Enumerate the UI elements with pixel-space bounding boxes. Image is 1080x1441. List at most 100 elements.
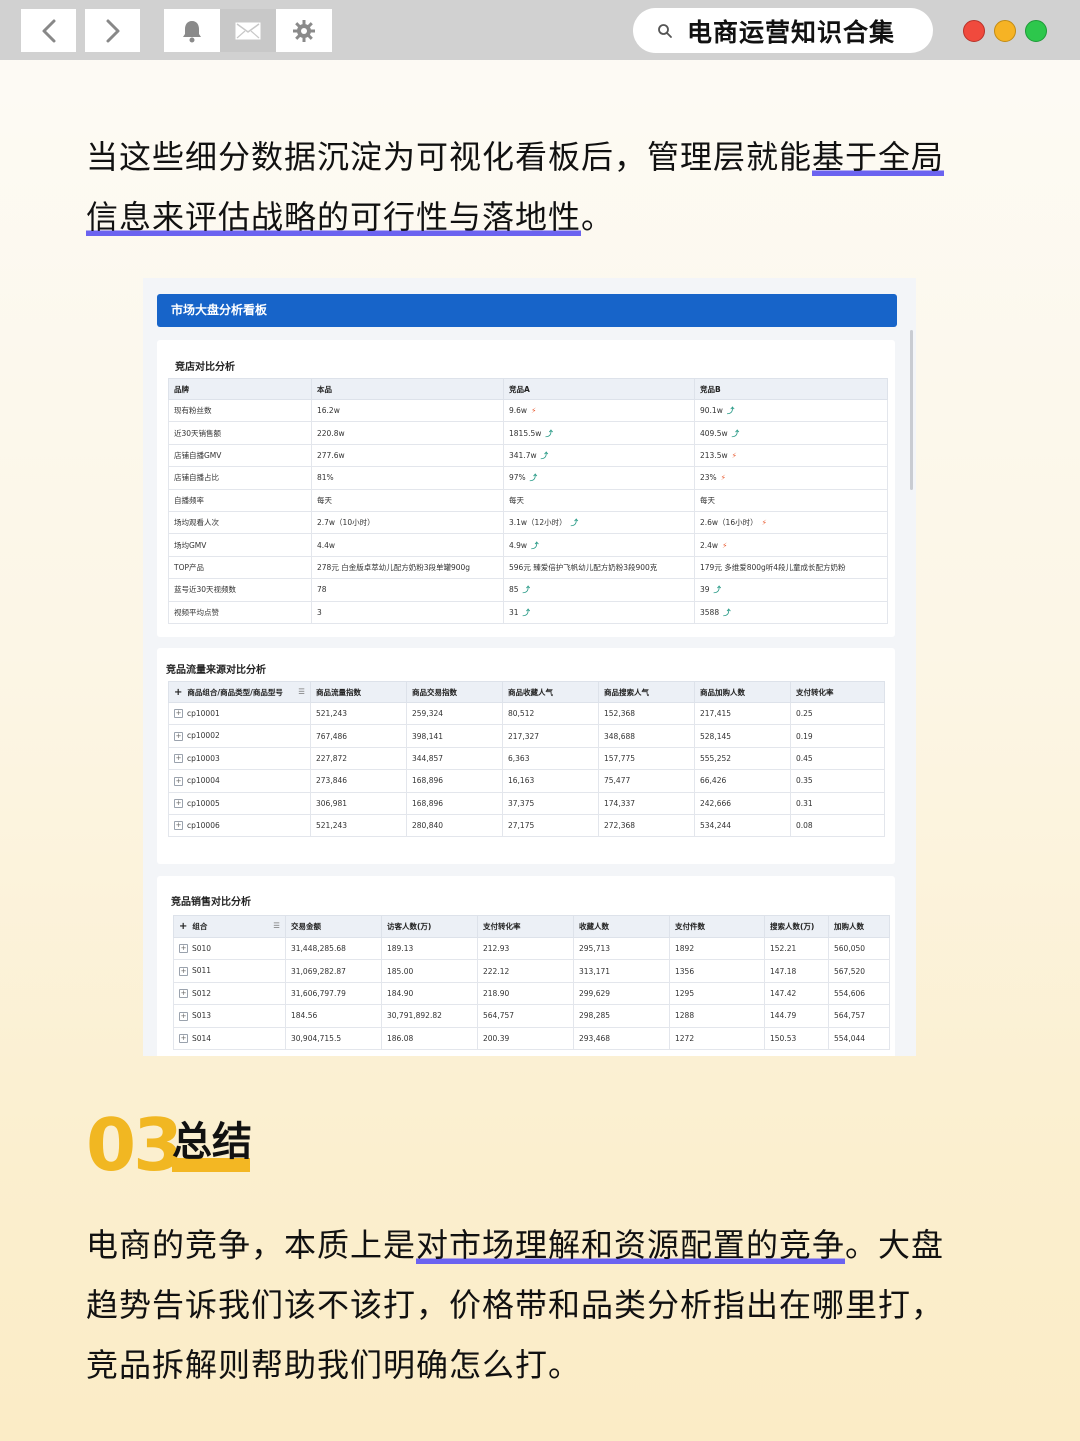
trend-up-icon: ⤴: [723, 607, 731, 617]
trend-up-icon: ⤴: [545, 428, 553, 438]
back-button[interactable]: [21, 9, 76, 52]
sales-compare-table: + 组合 ☰ 交易金额 访客人数(万) 支付转化率 收藏人数 支付件数 搜索人数(万) 加购人数 …: [173, 915, 890, 1050]
table-cell: 189.13: [381, 936, 478, 961]
column-header[interactable]: 支付转化率: [477, 915, 574, 938]
table-cell: 4.4w: [311, 533, 504, 557]
expand-row-icon[interactable]: +: [174, 754, 183, 764]
table-row: + S014 30,904,715.5 186.08 200.39 293,468 1272…: [173, 1026, 890, 1050]
column-header[interactable]: + 商品组合/商品类型/商品型号 ☰: [168, 681, 311, 703]
column-header[interactable]: 访客人数(万): [381, 915, 478, 938]
cell-value: 每天: [700, 495, 715, 505]
settings-button[interactable]: [276, 9, 332, 52]
table-cell: 218.90: [477, 981, 574, 1006]
notification-button[interactable]: [164, 9, 220, 52]
table-cell: 186.08: [381, 1026, 478, 1050]
table-cell: + cp10004: [168, 769, 311, 793]
sales-compare-card: 竞品销售对比分析 + 组合 ☰ 交易金额 访客人数(万) 支付转化率 收藏人数 支付件数 搜索人…: [157, 876, 895, 1056]
cell-value: 90.1w: [700, 406, 723, 416]
column-header[interactable]: 交易金额: [285, 915, 382, 938]
table-cell: 39 ⤴: [694, 578, 888, 602]
expand-row-icon[interactable]: +: [179, 1011, 188, 1021]
column-header[interactable]: 商品加购人数: [694, 681, 791, 703]
column-header: 本品: [311, 378, 504, 400]
cell-value: 31,069,282.87: [291, 966, 346, 976]
maximize-window-button[interactable]: [1025, 20, 1047, 42]
header-label: 商品搜索人气: [604, 687, 649, 697]
table-cell: 0.45: [790, 746, 885, 771]
table-cell: 1815.5w ⤴: [503, 421, 695, 445]
table-cell: 16,163: [502, 769, 599, 793]
column-header[interactable]: 搜索人数(万): [764, 915, 829, 938]
cell-value: 278元 白金版卓萃幼儿配方奶粉3段单罐900g: [317, 562, 471, 572]
table-cell: 0.35: [790, 769, 885, 793]
cell-value: 554,606: [834, 988, 866, 998]
cell-value: 293,468: [579, 1033, 611, 1043]
search-bar[interactable]: 电商运营知识合集: [633, 8, 933, 53]
cell-value: 299,629: [579, 988, 611, 998]
scrollbar-thumb[interactable]: [910, 330, 913, 490]
table-cell: 每天: [694, 488, 888, 512]
cell-value: 0.25: [796, 709, 813, 719]
table-row: + cp10002 767,486 398,141 217,327 348,688 528,…: [168, 724, 885, 748]
column-header[interactable]: + 组合 ☰: [173, 915, 286, 938]
table-row: + cp10005 306,981 168,896 37,375 174,337 242,6…: [168, 791, 885, 815]
column-header[interactable]: 加购人数: [828, 915, 890, 938]
cell-value: cp10005: [187, 798, 220, 808]
expand-row-icon[interactable]: +: [179, 966, 188, 976]
column-header[interactable]: 商品交易指数: [406, 681, 503, 703]
column-header[interactable]: 商品搜索人气: [598, 681, 695, 703]
cell-value: 147.18: [770, 966, 797, 976]
column-header[interactable]: 支付转化率: [790, 681, 885, 703]
table-cell: 521,243: [310, 813, 407, 838]
column-header[interactable]: 商品流量指数: [310, 681, 407, 703]
expand-row-icon[interactable]: +: [174, 709, 183, 719]
table-cell: 259,324: [406, 701, 503, 726]
table-cell: TOP产品: [168, 555, 312, 580]
table-cell: 174,337: [598, 791, 695, 815]
table-cell: 152.21: [764, 936, 829, 961]
expand-row-icon[interactable]: +: [174, 731, 183, 741]
table-cell: 168,896: [406, 769, 503, 793]
cell-value: 152.21: [770, 944, 797, 954]
cell-value: 168,896: [412, 798, 444, 808]
expand-row-icon[interactable]: +: [179, 1034, 188, 1043]
sort-icon[interactable]: ☰: [273, 921, 280, 930]
cell-value: 144.79: [770, 1011, 797, 1021]
minimize-window-button[interactable]: [994, 20, 1016, 42]
expand-row-icon[interactable]: +: [174, 799, 183, 808]
header-label: 支付转化率: [483, 922, 521, 931]
close-window-button[interactable]: [963, 20, 985, 42]
table-cell: 596元 臻爱倍护飞帆幼儿配方奶粉3段900克: [503, 555, 695, 580]
header-label: 商品加购人数: [700, 687, 745, 697]
cell-value: 306,981: [316, 798, 348, 808]
expand-row-icon[interactable]: +: [179, 989, 188, 999]
table-cell: 3: [311, 600, 504, 624]
table-cell: + cp10001: [168, 701, 311, 726]
expand-row-icon[interactable]: +: [174, 821, 183, 831]
sort-icon[interactable]: ☰: [298, 687, 305, 696]
cell-value: 179元 多维爱800g听4段儿童成长配方奶粉: [700, 562, 846, 572]
column-header[interactable]: 商品收藏人气: [502, 681, 599, 703]
column-header[interactable]: 收藏人数: [573, 915, 670, 938]
column-header[interactable]: 支付件数: [669, 915, 765, 938]
table-cell: 273,846: [310, 769, 407, 793]
expand-row-icon[interactable]: +: [179, 944, 188, 954]
mail-button[interactable]: [220, 9, 276, 52]
cell-value: 227,872: [316, 753, 348, 763]
cell-value: 298,285: [579, 1011, 611, 1021]
expand-row-icon[interactable]: +: [174, 776, 183, 786]
table-cell: 272,368: [598, 813, 695, 838]
header-label: 交易金额: [291, 922, 321, 931]
cell-value: 218.90: [483, 988, 510, 998]
section-title: 总结: [172, 1119, 252, 1165]
expand-all-icon[interactable]: +: [174, 687, 182, 698]
summary-paragraph: 电商的竞争，本质上是对市场理解和资源配置的竞争。大盘趋势告诉我们该不该打，价格带…: [86, 1215, 966, 1395]
forward-button[interactable]: [85, 9, 140, 52]
expand-all-icon[interactable]: +: [179, 921, 187, 932]
table-cell: 3.1w（12小时） ⤴: [503, 510, 695, 535]
table-cell: 90.1w ⤴: [694, 398, 888, 423]
table-cell: 222.12: [477, 959, 574, 983]
table-cell: 2.4w ⚡: [694, 533, 888, 557]
header-label: 加购人数: [834, 922, 864, 931]
table-row: + cp10003 227,872 344,857 6,363 157,775 555,25…: [168, 746, 885, 771]
